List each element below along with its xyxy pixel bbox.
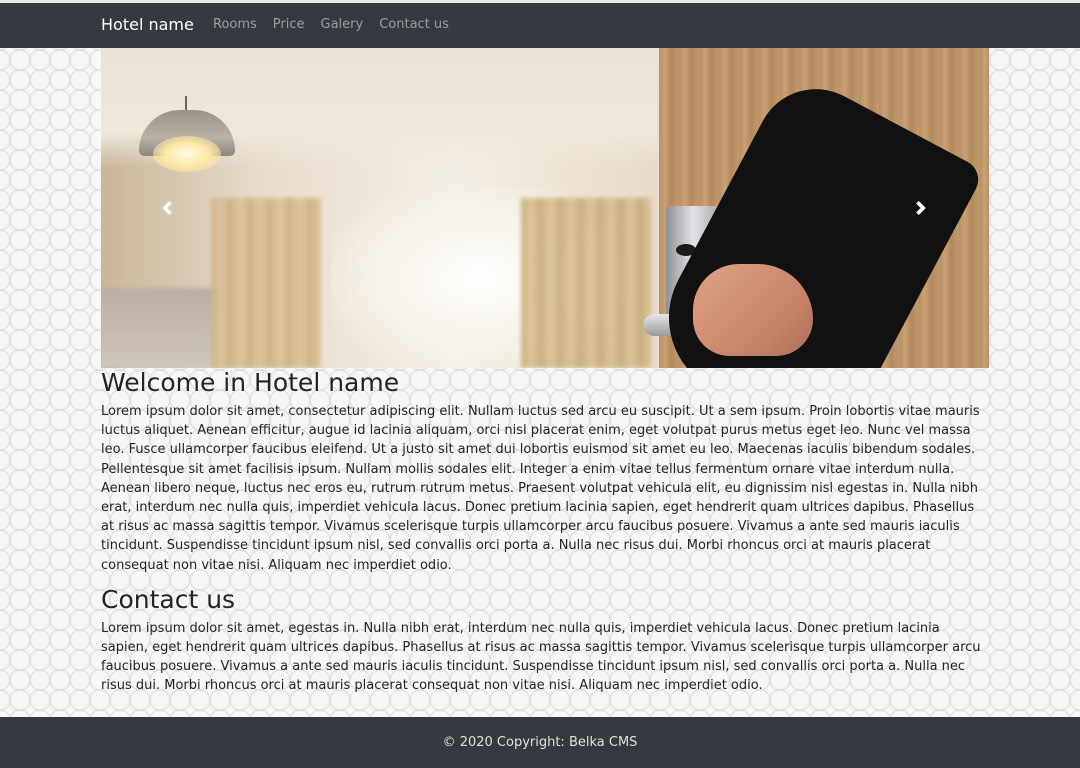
nav-link-rooms[interactable]: Rooms [213,17,257,32]
contact-text: Lorem ipsum dolor sit amet, egestas in. … [101,620,981,694]
welcome-section: Welcome in Hotel name Lorem ipsum dolor … [101,368,989,575]
nav-link-contact[interactable]: Contact us [379,17,449,32]
brand-link[interactable]: Hotel name [101,15,194,34]
nav-link-price[interactable]: Price [273,17,305,32]
hero-carousel [101,48,989,368]
main-content: Welcome in Hotel name Lorem ipsum dolor … [101,368,989,696]
footer: © 2020 Copyright: Belka CMS [0,717,1080,768]
hotel-room-image [101,48,989,368]
chevron-left-icon [162,201,172,215]
nav-link-galery[interactable]: Galery [321,17,364,32]
contact-section: Contact us Lorem ipsum dolor sit amet, e… [101,585,989,696]
hand-shape [693,264,813,356]
chevron-right-icon [916,201,926,215]
welcome-text: Lorem ipsum dolor sit amet, consectetur … [101,404,980,573]
carousel-next-button[interactable] [901,188,941,228]
welcome-title: Welcome in Hotel name [101,368,400,397]
footer-copyright: © 2020 Copyright: Belka CMS [442,735,638,750]
carousel-prev-button[interactable] [147,188,187,228]
contact-title: Contact us [101,584,236,614]
navbar: Hotel name Rooms Price Galery Contact us [0,3,1080,48]
nav-links: Rooms Price Galery Contact us [213,17,465,32]
